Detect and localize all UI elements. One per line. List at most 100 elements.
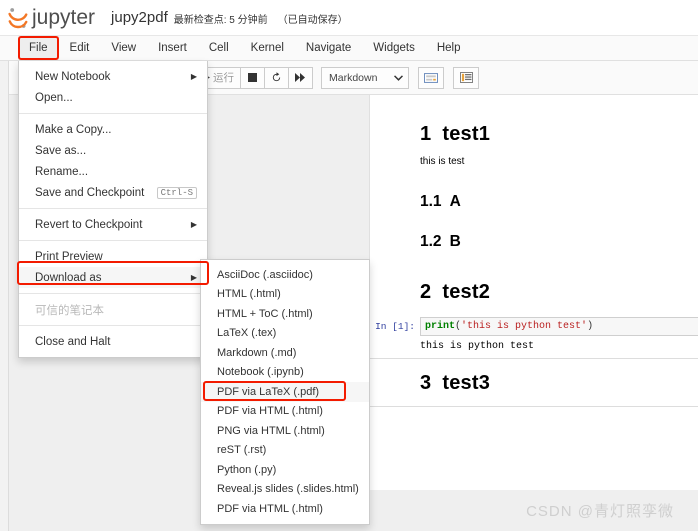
- download-pdf-via-html[interactable]: PDF via HTML (.html): [201, 402, 369, 422]
- notebook-page: 1 test1 this is test 1.1 A 1.2 B 2 test2: [369, 95, 698, 490]
- menu-navigate[interactable]: Navigate: [295, 36, 362, 60]
- paragraph-text: this is test: [420, 156, 465, 167]
- jupyter-notebook-window: jupyter jupy2pdf 最新检查点: 5 分钟前 （已自动保存） Fi…: [0, 0, 698, 531]
- file-menu-dropdown: New Notebook ▶ Open... Make a Copy... Sa…: [18, 61, 208, 358]
- markdown-cell-paragraph[interactable]: this is test: [370, 150, 698, 179]
- download-html[interactable]: HTML (.html): [201, 285, 369, 305]
- jupyter-logo-text: jupyter: [32, 6, 96, 29]
- toggle-cell-toolbar-button[interactable]: [453, 66, 479, 89]
- heading-text: B: [449, 233, 461, 250]
- heading-number: 3: [420, 372, 432, 394]
- file-menu-new-notebook[interactable]: New Notebook ▶: [19, 66, 207, 87]
- download-pdf-via-html-2[interactable]: PDF via HTML (.html): [201, 499, 369, 519]
- restart-icon: [272, 72, 281, 82]
- jupyter-logo[interactable]: jupyter: [8, 7, 95, 29]
- keyboard-icon: [424, 72, 438, 83]
- menu-item-label: Print Preview: [35, 250, 103, 263]
- heading-text: test1: [442, 123, 491, 145]
- menu-item-label: Close and Halt: [35, 335, 111, 348]
- notebook-header: jupyter jupy2pdf 最新检查点: 5 分钟前 （已自动保存）: [0, 0, 698, 36]
- menu-cell[interactable]: Cell: [198, 36, 240, 60]
- heading-1-1: 1.1 A: [420, 193, 698, 211]
- file-menu-rename[interactable]: Rename...: [19, 161, 207, 182]
- heading-number: 1.2: [420, 233, 442, 250]
- menu-item-shortcut: Ctrl-S: [156, 186, 197, 199]
- markdown-cell-heading-1[interactable]: 1 test1: [370, 95, 698, 150]
- fast-forward-icon: [295, 73, 305, 82]
- download-rest[interactable]: reST (.rst): [201, 441, 369, 461]
- run-controls-group: 运行: [196, 66, 313, 89]
- menu-item-label: Save and Checkpoint: [35, 186, 145, 199]
- menu-help[interactable]: Help: [426, 36, 472, 60]
- code-token-function: print: [425, 321, 456, 332]
- download-html-toc[interactable]: HTML + ToC (.html): [201, 304, 369, 324]
- file-menu-save-as[interactable]: Save as...: [19, 140, 207, 161]
- markdown-cell-heading-3[interactable]: 3 test3: [370, 358, 698, 406]
- file-menu-download-as[interactable]: Download as ▶: [19, 267, 207, 288]
- file-menu-revert-to-checkpoint[interactable]: Revert to Checkpoint ▶: [19, 214, 207, 235]
- chevron-right-icon: ▶: [190, 219, 197, 229]
- download-latex[interactable]: LaTeX (.tex): [201, 324, 369, 344]
- menu-item-label: New Notebook: [35, 70, 111, 83]
- menu-kernel[interactable]: Kernel: [240, 36, 295, 60]
- autosave-status: （已自动保存）: [277, 15, 348, 26]
- open-command-palette-button[interactable]: [418, 66, 444, 89]
- restart-and-run-all-button[interactable]: [288, 66, 313, 89]
- heading-number: 1.1: [420, 193, 442, 210]
- heading-number: 2: [420, 281, 432, 303]
- menu-insert[interactable]: Insert: [147, 36, 198, 60]
- markdown-cell-heading-2[interactable]: 2 test2: [370, 263, 698, 312]
- download-notebook[interactable]: Notebook (.ipynb): [201, 363, 369, 383]
- jupyter-logo-icon: [8, 7, 28, 29]
- file-menu-close-and-halt[interactable]: Close and Halt: [19, 331, 207, 352]
- cell-type-select[interactable]: Markdown: [321, 66, 409, 89]
- notebook-name[interactable]: jupy2pdf: [111, 9, 168, 26]
- markdown-cell-heading-1-1[interactable]: 1.1 A: [370, 179, 698, 219]
- heading-text: test3: [442, 372, 491, 394]
- file-menu-trusted-notebook: 可信的笔记本: [19, 299, 207, 320]
- code-cell-prompt: In [1]:: [375, 321, 415, 332]
- menu-item-label: Revert to Checkpoint: [35, 218, 143, 231]
- menu-item-label: Rename...: [35, 165, 89, 178]
- menu-item-label: Open...: [35, 91, 73, 104]
- heading-2: 2 test2: [420, 281, 698, 304]
- list-icon: [459, 72, 473, 83]
- file-menu-print-preview[interactable]: Print Preview: [19, 246, 207, 267]
- menu-view[interactable]: View: [100, 36, 147, 60]
- chevron-down-icon: [394, 74, 403, 81]
- left-edge-strip: [0, 61, 9, 531]
- download-revealjs-slides[interactable]: Reveal.js slides (.slides.html): [201, 480, 369, 500]
- file-menu-open[interactable]: Open...: [19, 87, 207, 108]
- menu-widgets[interactable]: Widgets: [362, 36, 426, 60]
- code-cell[interactable]: In [1]: print('this is python test') thi…: [370, 312, 698, 358]
- download-python[interactable]: Python (.py): [201, 460, 369, 480]
- notebook-bottom-divider: [370, 406, 698, 407]
- menu-bar: File Edit View Insert Cell Kernel Naviga…: [0, 36, 698, 61]
- menu-item-label: 可信的笔记本: [35, 304, 104, 317]
- menu-item-label: Make a Copy...: [35, 123, 112, 136]
- checkpoint-status: 最新检查点: 5 分钟前: [173, 15, 268, 26]
- run-button-label: 运行: [213, 72, 234, 84]
- heading-text: test2: [442, 281, 491, 303]
- download-asciidoc[interactable]: AsciiDoc (.asciidoc): [201, 265, 369, 285]
- download-as-submenu: AsciiDoc (.asciidoc) HTML (.html) HTML +…: [200, 259, 370, 525]
- menu-edit[interactable]: Edit: [59, 36, 101, 60]
- download-markdown[interactable]: Markdown (.md): [201, 343, 369, 363]
- heading-number: 1: [420, 123, 432, 145]
- download-png-via-html[interactable]: PNG via HTML (.html): [201, 421, 369, 441]
- file-menu-make-a-copy[interactable]: Make a Copy...: [19, 119, 207, 140]
- restart-kernel-button[interactable]: [264, 66, 289, 89]
- csdn-watermark: CSDN @青灯照孪微: [526, 503, 674, 520]
- interrupt-kernel-button[interactable]: [240, 66, 265, 89]
- heading-text: A: [449, 193, 461, 210]
- menu-separator: [19, 240, 207, 241]
- markdown-cell-heading-1-2[interactable]: 1.2 B: [370, 219, 698, 263]
- menu-file[interactable]: File: [18, 36, 59, 60]
- file-menu-save-and-checkpoint[interactable]: Save and Checkpoint Ctrl-S: [19, 182, 207, 203]
- stop-icon: [248, 73, 257, 82]
- code-cell-input[interactable]: print('this is python test'): [420, 317, 698, 336]
- download-pdf-via-latex[interactable]: PDF via LaTeX (.pdf): [201, 382, 369, 402]
- menu-separator: [19, 325, 207, 326]
- heading-1-2: 1.2 B: [420, 233, 698, 251]
- heading-1: 1 test1: [420, 123, 698, 146]
